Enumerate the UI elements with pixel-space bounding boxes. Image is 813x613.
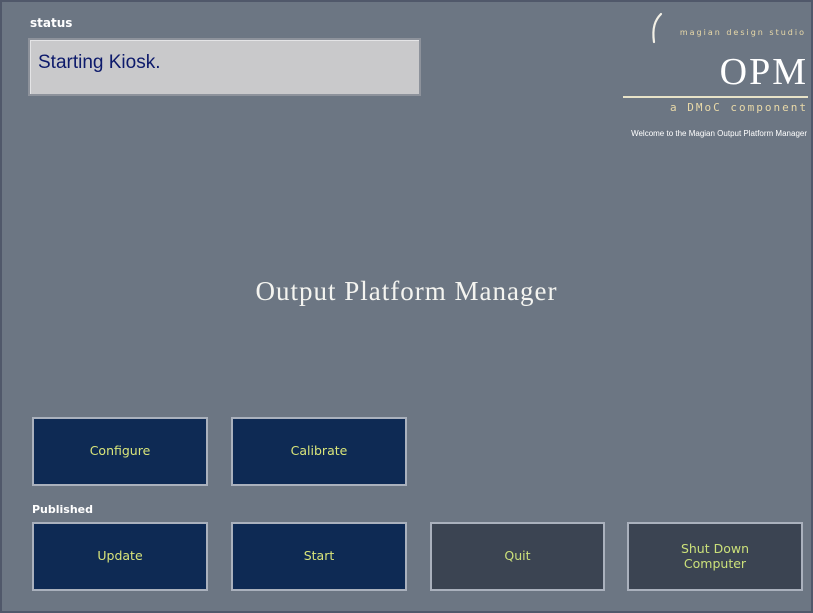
brand-product-name: OPM [719, 51, 808, 93]
welcome-message: Welcome to the Magian Output Platform Ma… [631, 129, 807, 138]
shutdown-button[interactable]: Shut Down Computer [627, 522, 803, 591]
brand-divider [623, 96, 808, 98]
start-button[interactable]: Start [231, 522, 407, 591]
status-label: status [30, 16, 73, 30]
calibrate-button[interactable]: Calibrate [231, 417, 407, 486]
page-title: Output Platform Manager [255, 276, 558, 306]
quit-button[interactable]: Quit [430, 522, 605, 591]
brand-logo: magian design studio OPM a DMoC componen… [600, 12, 808, 174]
configure-button[interactable]: Configure [32, 417, 208, 486]
published-label: Published [32, 503, 94, 516]
status-message: Starting Kiosk. [38, 52, 161, 73]
brand-studio-name: magian design studio [679, 28, 806, 37]
status-display: Starting Kiosk. [28, 38, 421, 96]
swoosh-icon [652, 12, 663, 44]
brand-tagline: a DMoC component [670, 101, 808, 114]
update-button[interactable]: Update [32, 522, 208, 591]
